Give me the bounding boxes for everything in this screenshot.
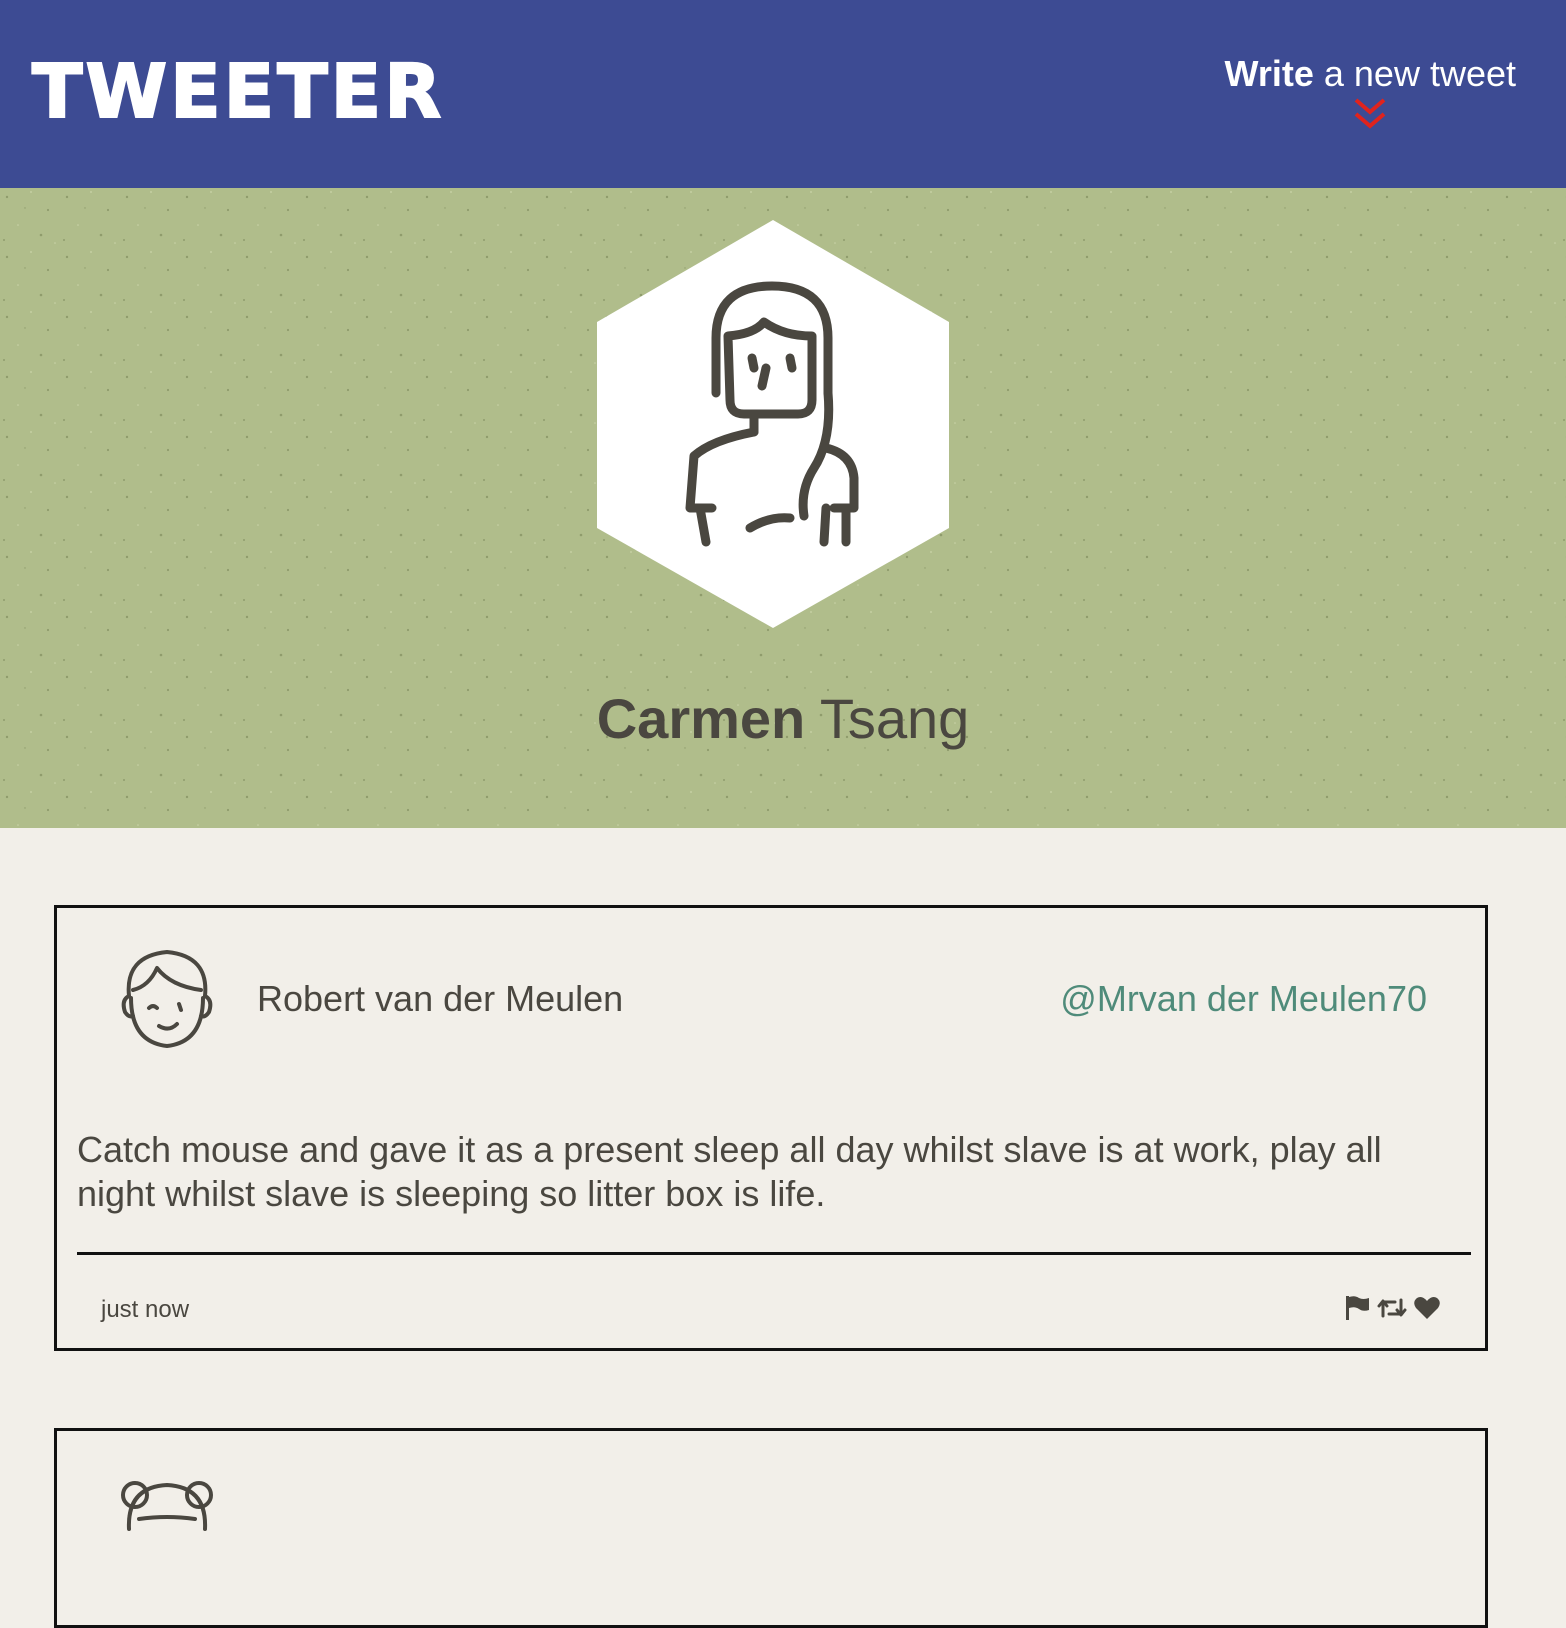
- tweet-text: Catch mouse and gave it as a present sle…: [77, 1129, 1382, 1214]
- tweet-card: Robert van der Meulen @Mrvan der Meulen7…: [54, 905, 1488, 1351]
- heart-icon[interactable]: [1413, 1294, 1441, 1322]
- tweet-timestamp: just now: [101, 1296, 190, 1323]
- girl-avatar-icon: [121, 1481, 213, 1531]
- compose-bold-label: Write: [1224, 53, 1314, 94]
- flag-icon[interactable]: [1343, 1294, 1371, 1322]
- profile-avatar: [594, 218, 952, 630]
- profile-last-name: Tsang: [819, 687, 970, 750]
- brand-logo[interactable]: TWEETER: [31, 51, 444, 133]
- tweet-author-handle[interactable]: @Mrvan der Meulen70: [1060, 974, 1427, 1024]
- tweet-author-name: Robert van der Meulen: [257, 978, 624, 1019]
- profile-first-name: Carmen: [596, 687, 806, 750]
- write-tweet-button[interactable]: Write a new tweet: [1225, 50, 1517, 98]
- tweet-card: [54, 1428, 1488, 1628]
- tweet-divider: [77, 1252, 1471, 1255]
- tweet-actions: [1343, 1294, 1441, 1322]
- profile-name: Carmen Tsang: [0, 684, 1566, 754]
- retweet-icon[interactable]: [1377, 1294, 1407, 1322]
- boy-avatar-icon: [121, 950, 213, 1048]
- compose-rest-label: a new tweet: [1323, 53, 1516, 94]
- double-chevron-down-icon[interactable]: [1352, 96, 1388, 136]
- top-navbar: TWEETER Write a new tweet: [0, 0, 1566, 188]
